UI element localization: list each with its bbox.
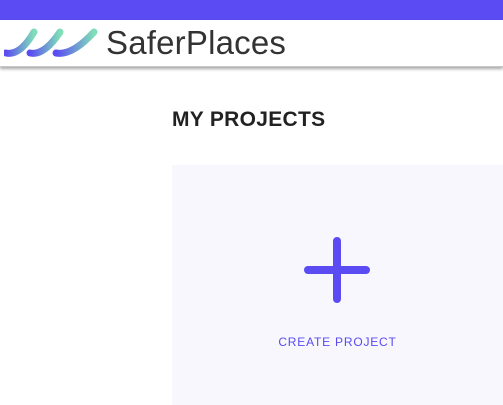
plus-icon: [304, 237, 370, 303]
create-project-label: CREATE PROJECT: [278, 335, 397, 349]
app-header: SaferPlaces: [0, 20, 503, 67]
page-title: MY PROJECTS: [172, 108, 326, 131]
create-project-button[interactable]: CREATE PROJECT: [172, 165, 503, 405]
top-accent-bar: [0, 0, 503, 20]
wave-logo-icon: [4, 28, 98, 57]
brand-name: SaferPlaces: [106, 24, 287, 61]
